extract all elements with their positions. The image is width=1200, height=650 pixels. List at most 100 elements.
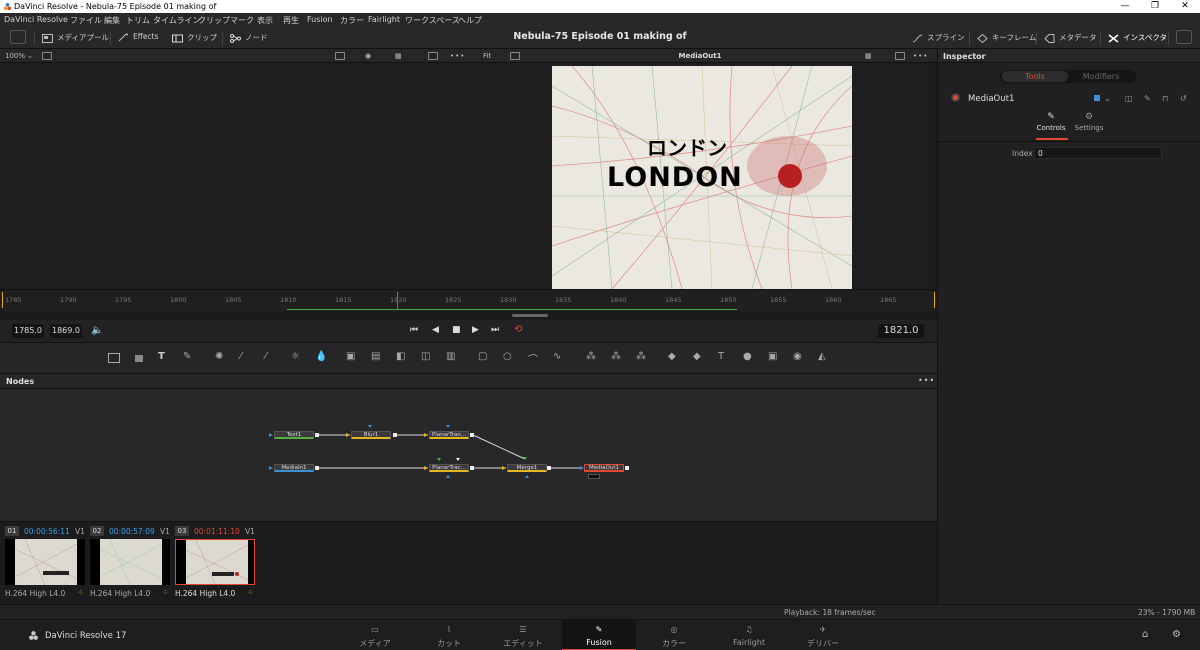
text3d-tool-icon[interactable]: T — [718, 351, 730, 362]
glow-tool-icon[interactable]: 💧 — [315, 351, 327, 362]
page-color[interactable]: ◎ カラー — [637, 620, 711, 650]
play-icon[interactable]: ▶ — [472, 325, 479, 335]
toggle-panel-button[interactable] — [10, 30, 26, 44]
settings-icon[interactable]: ⚙ — [1172, 629, 1181, 640]
resize-handle[interactable] — [512, 314, 548, 317]
home-icon[interactable]: ⌂ — [1142, 629, 1148, 640]
particle-render-icon[interactable]: ⁂ — [636, 351, 648, 362]
color-dropdown-chevron-icon[interactable]: ⌄ — [1104, 94, 1111, 103]
left-roi-icon[interactable] — [335, 52, 345, 60]
emitter-tool-icon[interactable]: ⁂ — [586, 351, 598, 362]
render3d-tool-icon[interactable]: ◉ — [793, 351, 805, 362]
image-plane-tool-icon[interactable]: ◭ — [818, 351, 830, 362]
brightness-tool-icon[interactable]: ☼ — [291, 351, 303, 362]
background-tool-icon[interactable] — [108, 353, 120, 363]
menu-clip[interactable]: クリップ — [198, 15, 230, 26]
nodes-button[interactable]: ノード — [230, 32, 268, 43]
node-mediaout1-viewer-toggle[interactable] — [588, 474, 600, 479]
merge3d-tool-icon[interactable]: ◆ — [693, 351, 705, 362]
out-marker[interactable] — [934, 292, 935, 308]
index-field[interactable]: 0 — [1034, 147, 1162, 159]
particle-tool-icon[interactable]: ✺ — [215, 351, 227, 362]
left-grid-icon[interactable]: ▦ — [395, 52, 402, 60]
node-mediain1[interactable]: MediaIn1 — [274, 464, 314, 472]
polygon-mask-icon[interactable]: ⌒ — [528, 351, 540, 366]
left-viewer-zoom[interactable]: 100% — [5, 52, 25, 60]
channel-tool-icon[interactable]: ▤ — [371, 351, 383, 362]
particle-force-icon[interactable]: ⁂ — [611, 351, 623, 362]
menu-davinci[interactable]: DaVinci Resolve — [4, 15, 68, 24]
shape3d-tool-icon[interactable]: ◆ — [668, 351, 680, 362]
brush-tool-icon[interactable]: ✎ — [183, 351, 195, 362]
camera3d-tool-icon[interactable]: ▣ — [768, 351, 780, 362]
toggle-right-panel-button[interactable] — [1176, 30, 1192, 44]
resize-tool-icon[interactable]: ▥ — [446, 351, 458, 362]
page-fusion[interactable]: ✎ Fusion — [562, 620, 636, 650]
right-viewer-layout-icon[interactable] — [510, 52, 520, 60]
settings-subtab[interactable]: ⚙ Settings — [1074, 112, 1104, 132]
maximize-button[interactable]: ❐ — [1140, 0, 1170, 13]
reset-icon[interactable]: ↺ — [1180, 94, 1187, 103]
left-viewer-more-icon[interactable]: ••• — [450, 52, 465, 60]
menu-timeline[interactable]: タイムライン — [153, 15, 200, 26]
page-cut[interactable]: ⌇ カット — [412, 620, 486, 650]
current-time[interactable]: 1821.0 — [878, 324, 924, 338]
go-to-end-icon[interactable]: ⏭ — [491, 325, 499, 335]
stop-icon[interactable]: ■ — [452, 325, 461, 335]
controls-subtab[interactable]: ✎ Controls — [1036, 112, 1066, 132]
menu-view[interactable]: 表示 — [257, 15, 273, 26]
bspline-mask-icon[interactable]: ∿ — [553, 351, 565, 362]
close-button[interactable]: ✕ — [1170, 0, 1200, 13]
left-viewer[interactable] — [0, 63, 500, 289]
media-pool-button[interactable]: メディアプール — [42, 32, 109, 43]
menu-mark[interactable]: マーク — [230, 15, 254, 26]
node-mediaout1[interactable]: MediaOut1 — [584, 464, 624, 472]
keyframes-button[interactable]: キーフレーム — [977, 32, 1036, 43]
menu-trim[interactable]: トリム — [126, 15, 150, 26]
node-planar-transform[interactable]: PlanarTran... — [429, 431, 469, 439]
left-color-icon[interactable]: ◉ — [365, 52, 371, 60]
node-planar-tracker[interactable]: PlanarTrac... — [429, 464, 469, 472]
text-tool-icon[interactable]: T — [158, 351, 170, 362]
tab-modifiers[interactable]: Modifiers — [1068, 71, 1134, 82]
menu-playback[interactable]: 再生 — [283, 15, 299, 26]
transform-tool-icon[interactable]: ◫ — [421, 351, 433, 362]
matte-tool-icon[interactable]: ◧ — [396, 351, 408, 362]
node-color-swatch[interactable] — [1094, 95, 1100, 101]
menu-color[interactable]: カラー — [340, 15, 364, 26]
page-media[interactable]: ▭ メディア — [338, 620, 412, 650]
in-time[interactable]: 1785.0 — [12, 324, 44, 338]
node-blur1[interactable]: Blur1 — [351, 431, 391, 439]
menu-help[interactable]: ヘルプ — [458, 15, 482, 26]
menu-fusion[interactable]: Fusion — [307, 15, 333, 24]
in-marker[interactable] — [2, 292, 3, 308]
page-edit[interactable]: ☰ エディット — [486, 620, 560, 650]
lock-icon[interactable]: ⊓ — [1162, 94, 1168, 103]
right-viewer-zoom[interactable]: Fit — [483, 52, 491, 60]
versions-icon[interactable]: ◫ — [1125, 94, 1133, 103]
right-grid-icon[interactable]: ▦ — [865, 52, 872, 60]
time-ruler[interactable]: 1785 1790 1795 1800 1805 1810 1815 1820 … — [0, 289, 937, 311]
rectangle-mask-icon[interactable]: ▢ — [478, 351, 490, 362]
inspector-button[interactable]: インスペクタ — [1108, 32, 1167, 43]
tab-tools[interactable]: Tools — [1002, 71, 1068, 82]
light3d-tool-icon[interactable]: ● — [743, 351, 755, 362]
metadata-button[interactable]: メタデータ — [1044, 32, 1097, 43]
left-zoom-chevron-icon[interactable]: ⌄ — [27, 52, 33, 60]
nodes-more-icon[interactable]: ••• — [918, 376, 935, 385]
left-viewer-layout-icon[interactable] — [42, 52, 52, 60]
right-viewer-more-icon[interactable]: ••• — [913, 52, 928, 60]
node-enable-toggle[interactable] — [951, 93, 960, 102]
merge-tool-icon[interactable]: ▣ — [346, 351, 358, 362]
node-text1[interactable]: Text1 — [274, 431, 314, 439]
node-editor[interactable]: Text1 Blur1 PlanarTran... MediaIn1 Plana… — [0, 389, 937, 521]
right-viewer[interactable]: ロンドン LONDON — [500, 63, 935, 289]
effects-button[interactable]: Effects — [118, 32, 159, 42]
clips-button[interactable]: クリップ — [172, 32, 217, 43]
menu-fairlight[interactable]: Fairlight — [368, 15, 400, 24]
go-to-start-icon[interactable]: ⏮ — [410, 325, 418, 335]
menu-edit[interactable]: 編集 — [104, 15, 120, 26]
page-deliver[interactable]: ✈ デリバー — [786, 620, 860, 650]
clip-thumbnail[interactable] — [90, 539, 170, 585]
playhead[interactable] — [397, 292, 398, 310]
